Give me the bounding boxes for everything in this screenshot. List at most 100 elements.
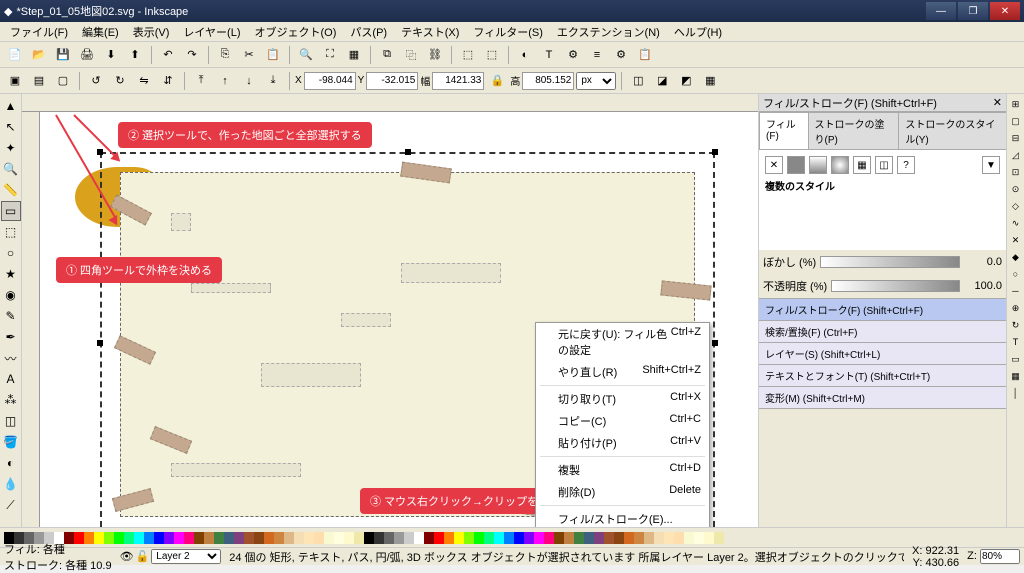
palette-swatch[interactable]	[384, 532, 394, 544]
zoom-tool-icon[interactable]: 🔍	[295, 44, 317, 66]
align-icon[interactable]: ≡	[586, 44, 608, 66]
rotate-ccw-icon[interactable]: ↺	[85, 70, 107, 92]
group-icon[interactable]: ⬚	[457, 44, 479, 66]
palette-swatch[interactable]	[434, 532, 444, 544]
zoom-input[interactable]	[980, 549, 1020, 564]
spiral-tool[interactable]: ◉	[1, 285, 21, 305]
snap-edge-icon[interactable]: ⊟	[1008, 130, 1024, 146]
menu-help[interactable]: ヘルプ(H)	[668, 22, 728, 42]
bucket-tool[interactable]: 🪣	[1, 432, 21, 452]
import-icon[interactable]: ⬇	[100, 44, 122, 66]
tweak-tool[interactable]: ✦	[1, 138, 21, 158]
flip-v-icon[interactable]: ⇵	[157, 70, 179, 92]
fill-toggle-icon[interactable]: ▼	[982, 156, 1000, 174]
palette-swatch[interactable]	[304, 532, 314, 544]
undo-icon[interactable]: ↶	[157, 44, 179, 66]
handle[interactable]	[405, 149, 411, 155]
fill-pattern-icon[interactable]: ▦	[853, 156, 871, 174]
h-input[interactable]	[522, 72, 574, 90]
menu-path[interactable]: パス(P)	[344, 22, 393, 42]
y-input[interactable]	[366, 72, 418, 90]
prefs-icon[interactable]: ⚙	[610, 44, 632, 66]
palette-swatch[interactable]	[114, 532, 124, 544]
doc-prefs-icon[interactable]: 📋	[634, 44, 656, 66]
palette-swatch[interactable]	[324, 532, 334, 544]
copy-icon[interactable]: ⎘	[214, 44, 236, 66]
palette-swatch[interactable]	[364, 532, 374, 544]
xml-icon[interactable]: ⚙	[562, 44, 584, 66]
x-input[interactable]	[304, 72, 356, 90]
save-icon[interactable]: 💾	[52, 44, 74, 66]
affect-corner-icon[interactable]: ◪	[651, 70, 673, 92]
lower-bottom-icon[interactable]: ⤓	[262, 70, 284, 92]
palette-swatch[interactable]	[254, 532, 264, 544]
accordion-item[interactable]: 変形(M) (Shift+Ctrl+M)	[759, 387, 1006, 409]
palette-swatch[interactable]	[204, 532, 214, 544]
snap-corner-icon[interactable]: ◿	[1008, 147, 1024, 163]
close-button[interactable]: ✕	[990, 2, 1020, 20]
bezier-tool[interactable]: ✒	[1, 327, 21, 347]
cut-icon[interactable]: ✂	[238, 44, 260, 66]
palette-swatch[interactable]	[634, 532, 644, 544]
snap-path-icon[interactable]: ∿	[1008, 215, 1024, 231]
canvas[interactable]: ① 四角ツールで外枠を決める ② 選択ツールで、作った地図ごと全部選択する ③ …	[40, 112, 758, 527]
palette-swatch[interactable]	[564, 532, 574, 544]
menu-layer[interactable]: レイヤー(L)	[177, 22, 246, 42]
palette-swatch[interactable]	[214, 532, 224, 544]
palette-swatch[interactable]	[444, 532, 454, 544]
clone-icon[interactable]: ⿻	[400, 44, 422, 66]
palette-swatch[interactable]	[594, 532, 604, 544]
panel-close-icon[interactable]: ✕	[993, 96, 1002, 109]
snap-obj-center-icon[interactable]: ⊕	[1008, 300, 1024, 316]
context-menu-item[interactable]: やり直し(R)Shift+Ctrl+Z	[536, 361, 709, 383]
3dbox-tool[interactable]: ⬚	[1, 222, 21, 242]
menu-edit[interactable]: 編集(E)	[76, 22, 125, 42]
palette-swatch[interactable]	[164, 532, 174, 544]
snap-cusp-icon[interactable]: ◆	[1008, 249, 1024, 265]
affect-stroke-icon[interactable]: ◫	[627, 70, 649, 92]
palette-swatch[interactable]	[494, 532, 504, 544]
palette-swatch[interactable]	[624, 532, 634, 544]
text-dialog-icon[interactable]: T	[538, 44, 560, 66]
palette-swatch[interactable]	[694, 532, 704, 544]
snap-grid-icon[interactable]: ▦	[1008, 368, 1024, 384]
palette-swatch[interactable]	[704, 532, 714, 544]
fill-unknown-icon[interactable]: ?	[897, 156, 915, 174]
snap-center-icon[interactable]: ⊙	[1008, 181, 1024, 197]
ungroup-icon[interactable]: ⬚	[481, 44, 503, 66]
palette-swatch[interactable]	[374, 532, 384, 544]
palette-swatch[interactable]	[674, 532, 684, 544]
w-input[interactable]	[432, 72, 484, 90]
raise-top-icon[interactable]: ⤒	[190, 70, 212, 92]
connector-tool[interactable]: ⟋	[1, 495, 21, 515]
zoom-tool[interactable]: 🔍	[1, 159, 21, 179]
context-menu-item[interactable]: 複製Ctrl+D	[536, 459, 709, 481]
pencil-tool[interactable]: ✎	[1, 306, 21, 326]
palette-swatch[interactable]	[544, 532, 554, 544]
context-menu-item[interactable]: フィル/ストローク(E)...	[536, 508, 709, 527]
measure-tool[interactable]: 📏	[1, 180, 21, 200]
fill-swatch-icon[interactable]: ◫	[875, 156, 893, 174]
duplicate-icon[interactable]: ⧉	[376, 44, 398, 66]
print-icon[interactable]: 🖨	[76, 44, 98, 66]
palette-swatch[interactable]	[144, 532, 154, 544]
layer-lock-icon[interactable]: 🔓	[136, 550, 150, 563]
open-icon[interactable]: 📂	[28, 44, 50, 66]
palette-swatch[interactable]	[234, 532, 244, 544]
unlink-icon[interactable]: ⛓	[424, 44, 446, 66]
calligraphy-tool[interactable]: 〰	[1, 348, 21, 368]
handle[interactable]	[97, 149, 103, 155]
palette-swatch[interactable]	[184, 532, 194, 544]
maximize-button[interactable]: ❐	[958, 2, 988, 20]
zoom-fit-icon[interactable]: ⛶	[319, 44, 341, 66]
handle[interactable]	[712, 149, 718, 155]
snap-toggle-icon[interactable]: ⊞	[1008, 96, 1024, 112]
spray-tool[interactable]: ⁂	[1, 390, 21, 410]
fill-linear-icon[interactable]	[809, 156, 827, 174]
snap-line-mid-icon[interactable]: ─	[1008, 283, 1024, 299]
palette-swatch[interactable]	[354, 532, 364, 544]
star-tool[interactable]: ★	[1, 264, 21, 284]
palette-swatch[interactable]	[524, 532, 534, 544]
snap-text-icon[interactable]: T	[1008, 334, 1024, 350]
snap-smooth-icon[interactable]: ○	[1008, 266, 1024, 282]
